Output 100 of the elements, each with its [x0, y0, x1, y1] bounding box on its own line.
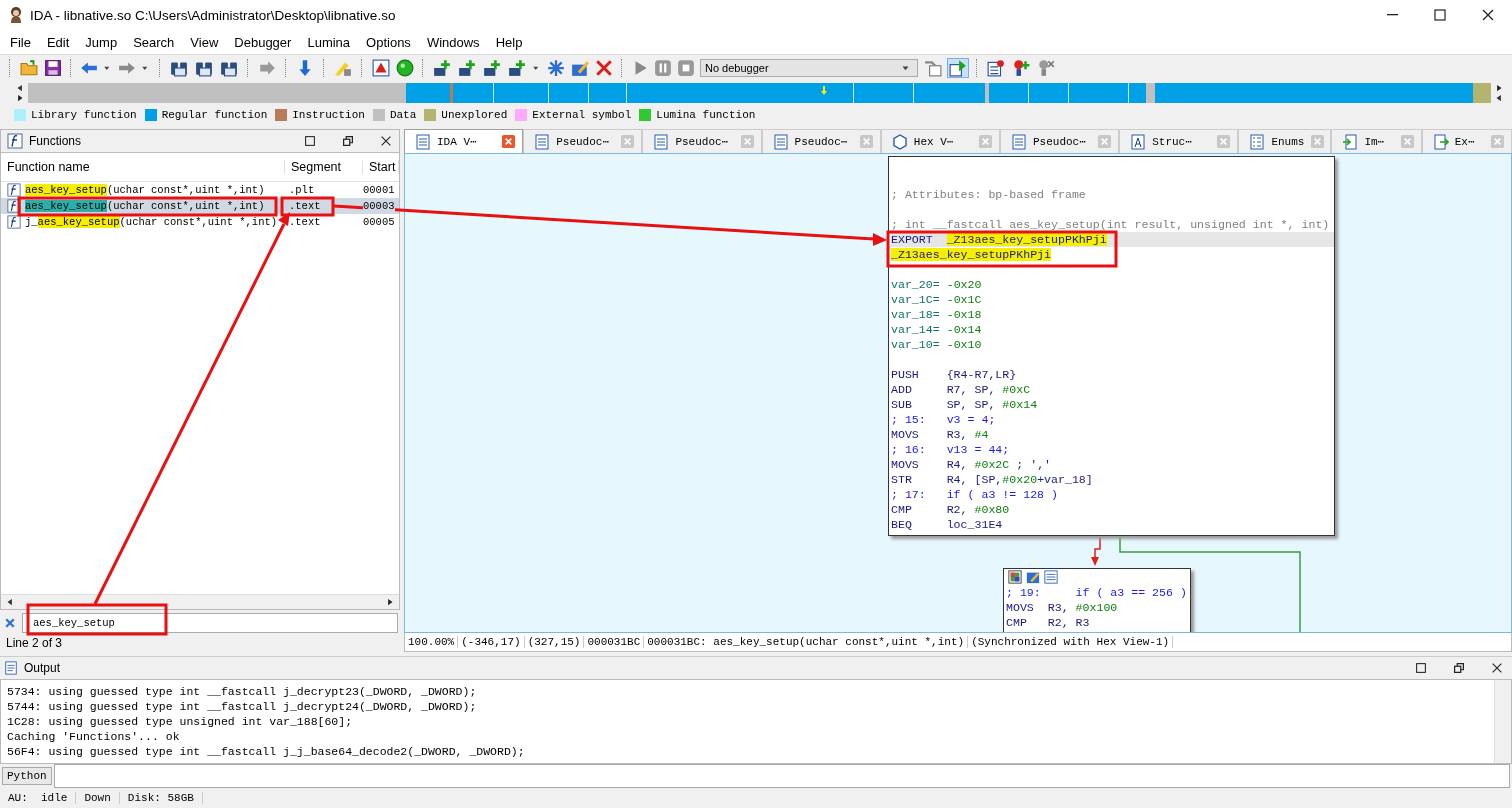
- list-icon[interactable]: [986, 59, 1006, 77]
- menu-item[interactable]: Windows: [418, 34, 488, 50]
- binoculars-icon[interactable]: [194, 59, 214, 77]
- plus-icon[interactable]: [507, 59, 527, 77]
- edit-icon[interactable]: [570, 59, 590, 77]
- code-arrow-icon[interactable]: [923, 59, 943, 77]
- view-tab[interactable]: Struc⋯: [1119, 129, 1239, 153]
- column-header[interactable]: Function name: [1, 160, 285, 174]
- language-button[interactable]: Python: [2, 767, 52, 785]
- menu-item[interactable]: Help: [487, 34, 531, 50]
- segment-cell: .text: [289, 200, 321, 212]
- scroll-left-icon: [5, 597, 15, 607]
- instruction-line: CMP R2, R3: [1006, 615, 1091, 630]
- binoculars-icon[interactable]: [169, 59, 189, 77]
- view-tab[interactable]: Ex⋯: [1421, 129, 1512, 153]
- column-header[interactable]: Start: [363, 160, 399, 174]
- maximize-icon[interactable]: [1414, 661, 1428, 675]
- float-icon[interactable]: [341, 134, 355, 148]
- menu-item[interactable]: File: [2, 34, 39, 50]
- instruction-line: SUB SP, SP, #0x14: [891, 397, 1039, 412]
- float-icon[interactable]: [1452, 661, 1466, 675]
- plus-icon[interactable]: [482, 59, 502, 77]
- export-icon: [1432, 133, 1449, 150]
- view-tab[interactable]: Pseudoc⋯: [1000, 129, 1120, 153]
- graph-icon[interactable]: [1044, 570, 1058, 584]
- comment-line: ; Attributes: bp-based frame: [891, 187, 1087, 202]
- plus-icon[interactable]: [457, 59, 477, 77]
- command-field[interactable]: [53, 764, 1510, 788]
- menu-item[interactable]: Options: [358, 34, 419, 50]
- view-tab[interactable]: Pseudoc⋯: [523, 129, 643, 153]
- close-icon[interactable]: [379, 134, 393, 148]
- stack-variable: var_14= -0x14: [891, 322, 983, 337]
- menu-item[interactable]: Debugger: [226, 34, 300, 50]
- view-tab[interactable]: Pseudoc⋯: [642, 129, 762, 153]
- listing-icon: [415, 133, 431, 150]
- pseudocode-comment: ; 15: v3 = 4;: [891, 412, 997, 427]
- close-icon[interactable]: [1490, 661, 1504, 675]
- run-code-icon[interactable]: [948, 59, 968, 77]
- status-cell: (-346,17): [458, 636, 525, 648]
- edit-icon[interactable]: [1026, 570, 1040, 584]
- vertical-scrollbar[interactable]: [1494, 680, 1511, 763]
- binoculars-icon[interactable]: [219, 59, 239, 77]
- segment-cell: .plt: [289, 184, 315, 196]
- view-tab[interactable]: Im⋯: [1331, 129, 1422, 153]
- breakpoint-remove-icon[interactable]: [1036, 59, 1056, 77]
- view-tab[interactable]: IDA V⋯: [404, 129, 524, 153]
- status-light-icon[interactable]: [396, 59, 414, 77]
- instruction-line: MOVS R4, #0x2C ; ',': [891, 457, 1053, 472]
- save-icon[interactable]: [44, 59, 62, 77]
- function-name: aes_key_setup(uchar const*,uint *,int): [25, 200, 265, 212]
- output-icon: [4, 661, 18, 675]
- listing-icon: [534, 133, 551, 150]
- graph-node[interactable]: ; 19: if ( a3 == 256 ) MOVS R3, #0x100 CMP R2, R3: [1003, 568, 1191, 632]
- instruction-line: BEQ loc_31E4: [891, 517, 1004, 532]
- asterisk-icon[interactable]: [547, 59, 565, 77]
- start-cell: 00005: [363, 216, 395, 228]
- function-icon: [7, 133, 23, 149]
- start-cell: 00003: [363, 200, 395, 212]
- function-row[interactable]: aes_key_setup(uchar const*,uint *,int) .plt 00001: [1, 182, 399, 198]
- column-header[interactable]: Segment: [285, 160, 363, 174]
- menu-item[interactable]: Edit: [38, 34, 78, 50]
- horizontal-scrollbar[interactable]: [1, 594, 399, 609]
- legend-label: Lumina function: [656, 109, 756, 121]
- palette-icon[interactable]: [1008, 570, 1022, 584]
- breakpoint-add-icon[interactable]: [1011, 59, 1031, 77]
- graph-view[interactable]: [404, 153, 1512, 633]
- filter-field[interactable]: aes_key_setup: [22, 613, 398, 633]
- graph-edge: [1091, 536, 1101, 566]
- delete-icon[interactable]: [595, 59, 613, 77]
- pause-icon[interactable]: [654, 59, 672, 77]
- debugger-dropdown[interactable]: No debugger: [700, 59, 918, 77]
- plus-icon[interactable]: [432, 59, 452, 77]
- folder-icon[interactable]: [19, 59, 39, 77]
- graph-node[interactable]: [888, 156, 1335, 536]
- menu-item[interactable]: Jump: [77, 34, 126, 50]
- status-cell: AU: idle: [0, 792, 77, 804]
- view-tab[interactable]: Enums: [1238, 129, 1332, 153]
- minimize-icon: [1386, 14, 1398, 16]
- status-cell: 000031BC: [584, 636, 645, 648]
- arrow-icon[interactable]: [257, 59, 277, 77]
- stop-icon[interactable]: [677, 59, 695, 77]
- legend-label: External symbol: [532, 109, 632, 121]
- menu-item[interactable]: Search: [125, 34, 183, 50]
- status-cell: Disk: 58GB: [119, 792, 203, 804]
- view-tab[interactable]: Hex V⋯: [880, 129, 1000, 153]
- status-cell: (327,15): [524, 636, 585, 648]
- start-cell: 00001: [363, 184, 395, 196]
- maximize-icon[interactable]: [303, 134, 317, 148]
- warning-icon[interactable]: [371, 59, 391, 77]
- legend-label: Regular function: [161, 109, 268, 121]
- structure-icon: [1130, 133, 1147, 150]
- clear-filter-icon[interactable]: [4, 617, 16, 629]
- legend-label: Instruction: [292, 109, 365, 121]
- stack-variable: var_20= -0x20: [891, 277, 983, 292]
- window-title: IDA - libnative.so C:\Users\Administrator\Desktop\libnative.so: [30, 7, 397, 23]
- segment-cell: .text: [289, 216, 321, 228]
- menu-item[interactable]: View: [182, 34, 227, 50]
- view-tab[interactable]: Pseudoc⋯: [761, 129, 881, 153]
- menu-item[interactable]: Lumina: [299, 34, 359, 50]
- tab-close-icon[interactable]: [501, 134, 517, 149]
